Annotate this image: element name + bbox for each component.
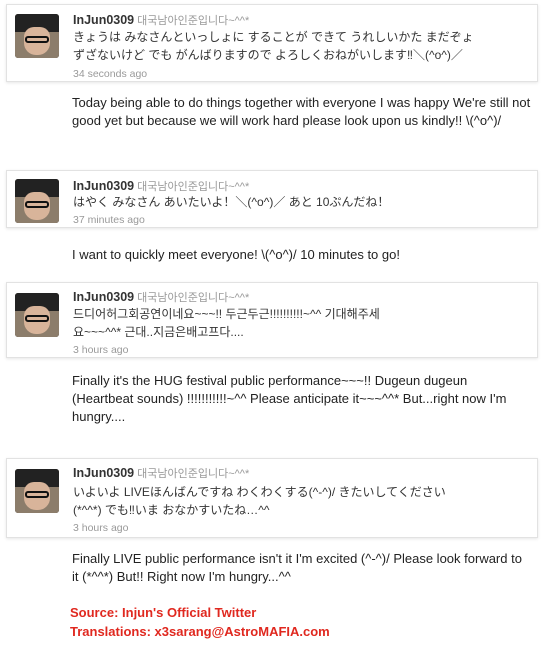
username-link[interactable]: InJun0309 (73, 179, 134, 193)
username-link[interactable]: InJun0309 (73, 290, 134, 304)
timestamp-link[interactable]: 37 minutes ago (73, 214, 145, 226)
tweet-header: InJun0309 대국남아인준입니다~^^* (73, 178, 249, 194)
translation-credit: Translations: x3sarang@AstroMAFIA.com (70, 624, 330, 639)
tweet-text-line: きょうは みなさんといっしょに することが できて うれしいかた まだぞょ (73, 30, 474, 44)
avatar[interactable] (15, 14, 59, 58)
tweet-text-line: いよいよ LIVEほんばんですね わくわくする(^-^)/ きたいしてください (73, 485, 446, 499)
avatar-glasses (25, 315, 49, 322)
tweet-header: InJun0309 대국남아인준입니다~^^* (73, 12, 249, 28)
avatar-glasses (25, 201, 49, 208)
translation-text: Finally LIVE public performance isn't it… (72, 551, 522, 584)
tweet-header: InJun0309 대국남아인준입니다~^^* (73, 289, 249, 305)
display-name: 대국남아인준입니다~^^* (137, 181, 250, 193)
tweet-text-line: ずざないけど でも がんばりますので よろしくおねがいします‼＼(^o^)／ (73, 48, 463, 62)
display-name: 대국남아인준입니다~^^* (137, 468, 250, 480)
timestamp-link[interactable]: 3 hours ago (73, 522, 128, 534)
display-name: 대국남아인준입니다~^^* (137, 15, 250, 27)
tweet-text-line: はやく みなさん あいたいよ！＼(^o^)／ あと 10ぷんだね！ (73, 195, 390, 209)
tweet-card: InJun0309 대국남아인준입니다~^^* はやく みなさん あいたいよ！＼(… (6, 170, 538, 228)
tweet-header: InJun0309 대국남아인준입니다~^^* (73, 465, 249, 481)
username-link[interactable]: InJun0309 (73, 466, 134, 480)
avatar[interactable] (15, 179, 59, 223)
tweet-card: InJun0309 대국남아인준입니다~^^* いよいよ LIVEほんばんですね … (6, 458, 538, 538)
timestamp-link[interactable]: 34 seconds ago (73, 68, 147, 80)
tweet-text-line: 요~~~^^* 근대..지금은배고프다.... (73, 325, 244, 339)
source-credit: Source: Injun's Official Twitter (70, 605, 257, 620)
tweet-card: InJun0309 대국남아인준입니다~^^* 드디어허그회공연이네요~~~!! … (6, 282, 538, 358)
translation-text: I want to quickly meet everyone! \(^o^)/… (72, 247, 400, 262)
avatar[interactable] (15, 293, 59, 337)
translation-text: Finally it's the HUG festival public per… (72, 373, 507, 424)
credits: Source: Injun's Official Twitter Transla… (70, 603, 330, 641)
username-link[interactable]: InJun0309 (73, 13, 134, 27)
tweet-card: InJun0309 대국남아인준입니다~^^* きょうは みなさんといっしょに す… (6, 4, 538, 82)
timestamp-link[interactable]: 3 hours ago (73, 344, 128, 356)
avatar-glasses (25, 491, 49, 498)
avatar[interactable] (15, 469, 59, 513)
translation-text: Today being able to do things together w… (72, 95, 531, 128)
tweet-text-line: (*^^*) でも‼いま おなかすいたね…^^ (73, 503, 270, 517)
avatar-glasses (25, 36, 49, 43)
tweet-text-line: 드디어허그회공연이네요~~~!! 두근두근!!!!!!!!!!~^^ 기대해주세 (73, 307, 380, 321)
display-name: 대국남아인준입니다~^^* (137, 292, 250, 304)
